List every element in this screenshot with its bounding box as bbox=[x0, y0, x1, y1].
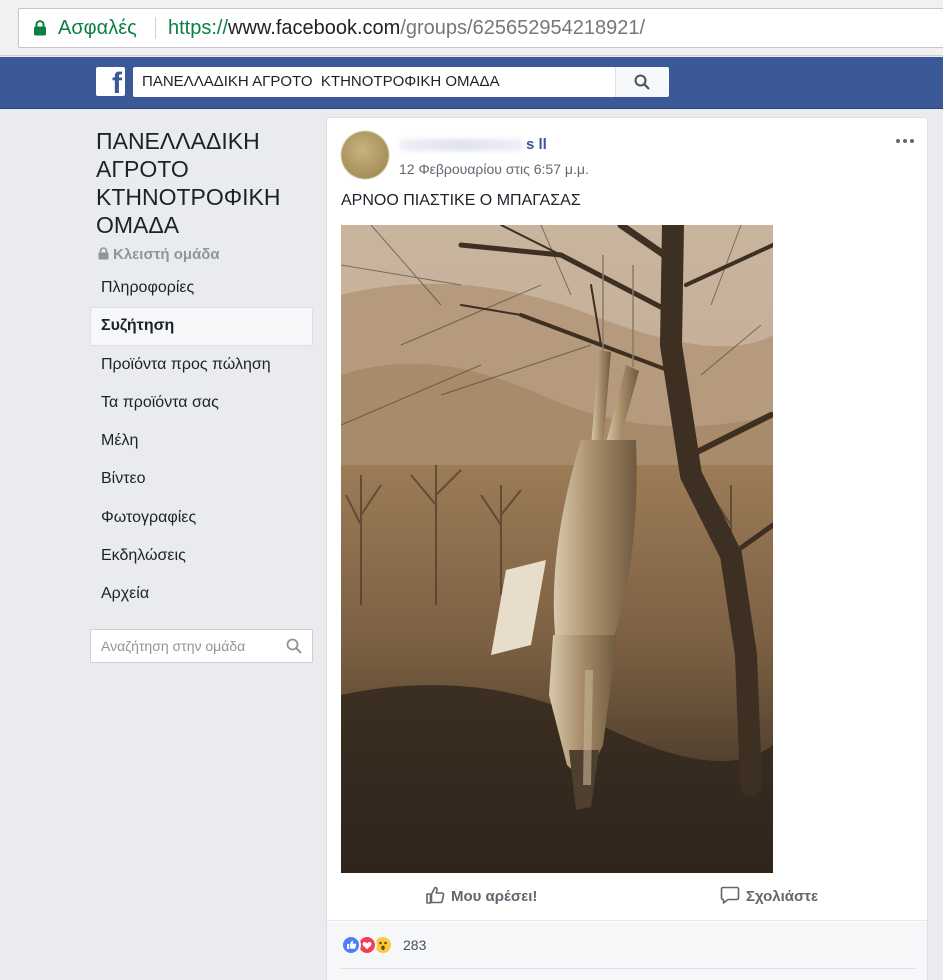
comment-button[interactable]: Σχολιάστε bbox=[720, 885, 818, 905]
url-scheme: https:// bbox=[168, 17, 229, 39]
address-bar[interactable]: Ασφαλές https://www.facebook.com/groups/… bbox=[18, 8, 943, 48]
post-text: ΑΡΝΟΟ ΠΙΑΣΤΙΚΕ Ο ΜΠΑΓΑΣΑΣ bbox=[341, 192, 581, 209]
post-photo[interactable] bbox=[341, 225, 773, 873]
redacted-name bbox=[399, 139, 524, 152]
sidebar-item-videos[interactable]: Βίντεο bbox=[90, 460, 313, 498]
sidebar-item-members[interactable]: Μέλη bbox=[90, 422, 313, 460]
post-timestamp[interactable]: 12 Φεβρουαρίου στις 6:57 μ.μ. bbox=[399, 161, 589, 177]
comment-label: Σχολιάστε bbox=[746, 888, 819, 905]
comment-icon bbox=[720, 886, 740, 904]
url-host: www.facebook.com bbox=[228, 17, 401, 39]
group-navigation: Πληροφορίες Συζήτηση Προϊόντα προς πώλησ… bbox=[90, 269, 313, 614]
author-avatar[interactable] bbox=[341, 131, 389, 179]
secure-label: Ασφαλές bbox=[58, 17, 137, 39]
facebook-header: f ΠΑΝΕΛΛΑΔΙΚΗ ΑΓΡΟΤΟ ΚΤΗΝΟΤΡΟΦΙΚΗ ΟΜΑΔΑ bbox=[0, 57, 943, 109]
photo-image bbox=[341, 225, 773, 873]
privacy-label: Κλειστή ομάδα bbox=[113, 246, 220, 263]
privacy-status: Κλειστή ομάδα bbox=[98, 246, 220, 263]
thumbs-up-icon bbox=[426, 886, 445, 904]
author-name-suffix: s ll bbox=[526, 136, 547, 153]
url-text[interactable]: https://www.facebook.com/groups/62565295… bbox=[168, 17, 645, 40]
author-name[interactable]: s ll bbox=[399, 136, 547, 153]
search-icon[interactable] bbox=[286, 638, 302, 654]
sidebar-item-info[interactable]: Πληροφορίες bbox=[90, 269, 313, 307]
more-options-icon[interactable] bbox=[895, 133, 915, 149]
facebook-search-input[interactable]: ΠΑΝΕΛΛΑΔΙΚΗ ΑΓΡΟΤΟ ΚΤΗΝΟΤΡΟΦΙΚΗ ΟΜΑΔΑ bbox=[133, 67, 615, 97]
like-reaction-icon bbox=[341, 935, 361, 955]
group-search-box bbox=[90, 629, 313, 663]
search-button[interactable] bbox=[615, 67, 669, 97]
search-value: ΠΑΝΕΛΛΑΔΙΚΗ ΑΓΡΟΤΟ ΚΤΗΝΟΤΡΟΦΙΚΗ ΟΜΑΔΑ bbox=[142, 73, 500, 90]
group-name[interactable]: ΠΑΝΕΛΛΑΔΙΚΗ ΑΓΡΟΤΟ ΚΤΗΝΟΤΡΟΦΙΚΗ ΟΜΑΔΑ bbox=[96, 127, 316, 239]
sidebar-item-products-for-sale[interactable]: Προϊόντα προς πώληση bbox=[90, 346, 313, 384]
logo-letter: f bbox=[112, 67, 122, 96]
lock-icon bbox=[34, 20, 46, 36]
sidebar-item-photos[interactable]: Φωτογραφίες bbox=[90, 499, 313, 537]
like-label: Μου αρέσει! bbox=[451, 888, 538, 905]
post-card: s ll 12 Φεβρουαρίου στις 6:57 μ.μ. ΑΡΝΟΟ… bbox=[326, 117, 928, 980]
like-button[interactable]: Μου αρέσει! bbox=[425, 885, 537, 905]
url-divider bbox=[155, 17, 156, 39]
reaction-count[interactable]: 283 bbox=[403, 937, 426, 953]
browser-toolbar: Ασφαλές https://www.facebook.com/groups/… bbox=[0, 0, 943, 56]
sidebar-item-events[interactable]: Εκδηλώσεις bbox=[90, 537, 313, 575]
divider bbox=[341, 968, 915, 969]
url-path: /groups/625652954218921/ bbox=[400, 17, 645, 39]
padlock-icon bbox=[98, 247, 109, 260]
group-search-input[interactable] bbox=[101, 636, 271, 656]
reactions-bar: 283 bbox=[327, 922, 927, 980]
search-icon bbox=[634, 74, 650, 90]
facebook-logo-icon[interactable]: f bbox=[96, 67, 125, 96]
sidebar-item-discussion[interactable]: Συζήτηση bbox=[90, 307, 313, 346]
sidebar-item-your-products[interactable]: Τα προϊόντα σας bbox=[90, 384, 313, 422]
post-actions: Μου αρέσει! Σχολιάστε bbox=[327, 875, 927, 921]
sidebar-item-files[interactable]: Αρχεία bbox=[90, 575, 313, 613]
